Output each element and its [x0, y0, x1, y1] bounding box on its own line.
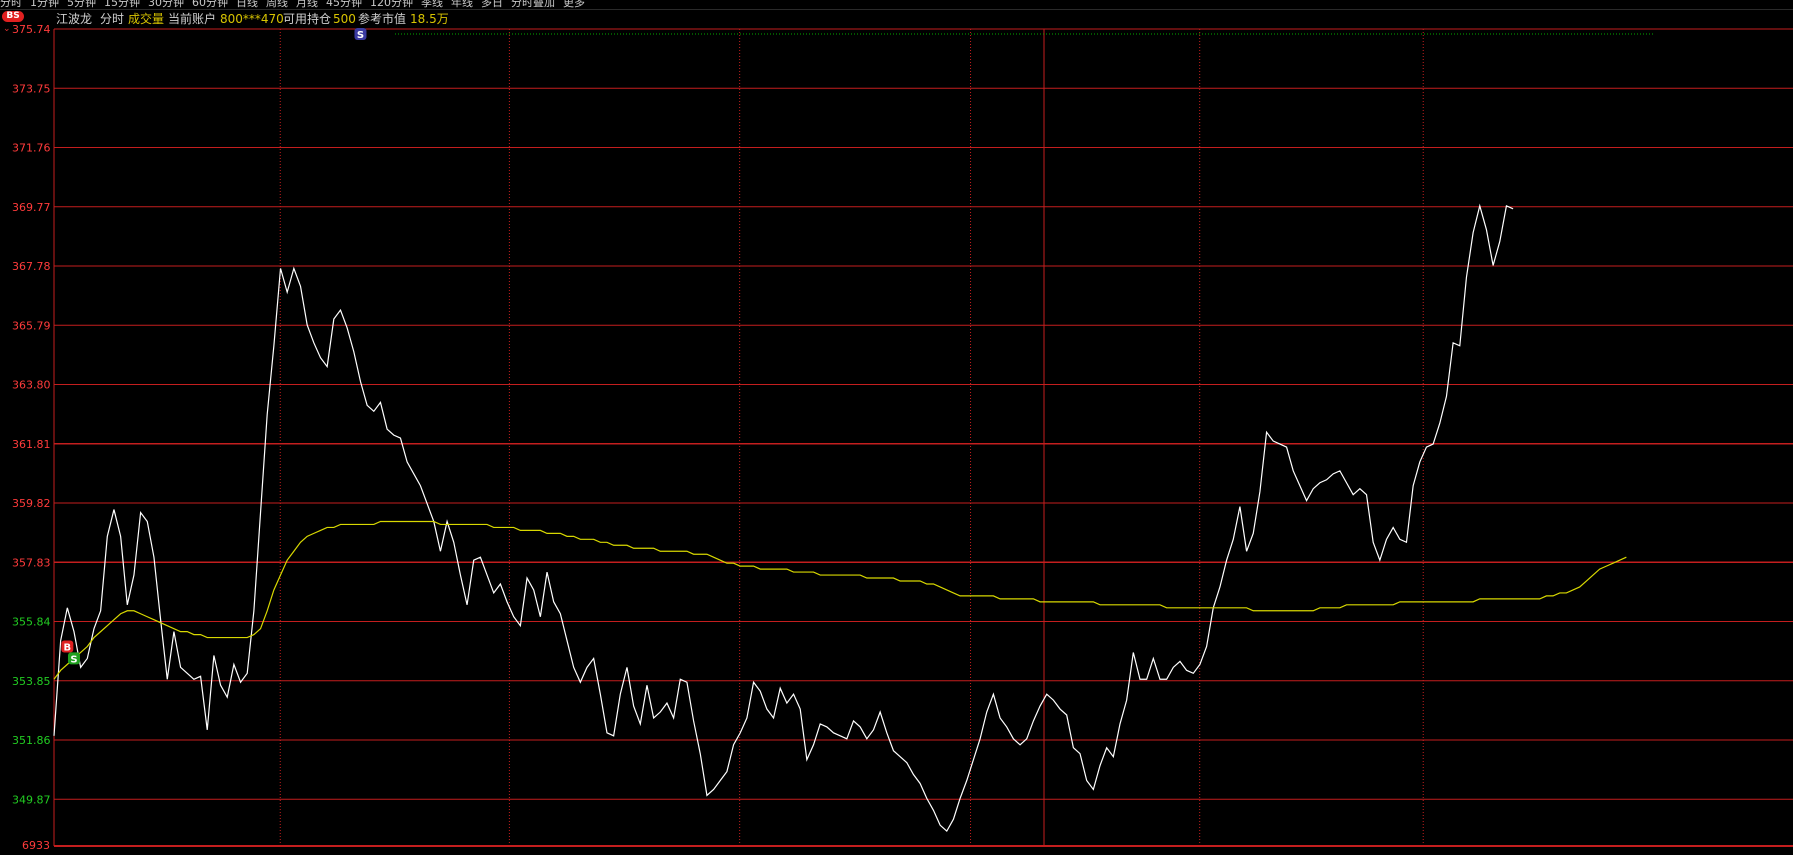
trade-marker-label: S [357, 30, 364, 41]
y-tick-label: 369.77 [12, 201, 51, 214]
y-tick-label: 371.76 [12, 142, 51, 155]
y-tick-label: 361.81 [12, 438, 51, 451]
y-tick-label: 353.85 [12, 675, 51, 688]
y-tick-label: 375.74 [12, 23, 51, 36]
price-line [53, 203, 1514, 833]
y-tick-label: 355.84 [12, 616, 51, 629]
y-tick-label: 363.80 [12, 379, 51, 392]
trade-marker-label: B [64, 643, 72, 654]
intraday-chart[interactable]: 375.74 373.75 371.76 369.77 367.78 365.79 363.… [0, 0, 1793, 855]
y-tick-label: 367.78 [12, 260, 51, 273]
y-tick-label: 365.79 [12, 319, 51, 332]
avg-price-line [53, 520, 1627, 680]
y-tick-label: 359.82 [12, 497, 51, 510]
trade-marker-label: S [70, 654, 77, 665]
y-tick-label: 373.75 [12, 82, 51, 95]
y-tick-label: 357.83 [12, 556, 51, 569]
y-tick-label: 351.86 [12, 734, 51, 747]
y-tick-label: 349.87 [12, 793, 51, 806]
volume-tick-label: 6933 [22, 839, 50, 852]
